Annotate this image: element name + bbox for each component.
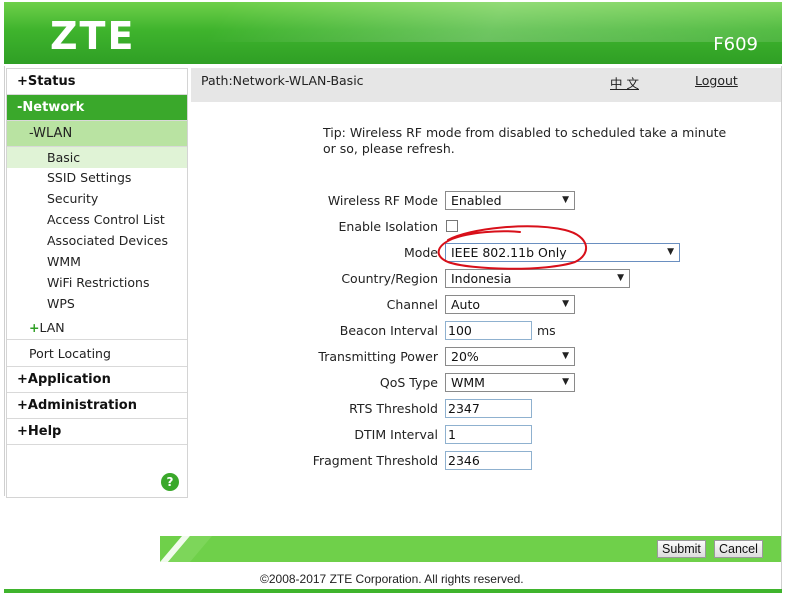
menu-lan[interactable]: +LAN xyxy=(7,316,187,340)
menu-help[interactable]: +Help xyxy=(7,419,187,445)
menu-wlan-label: -WLAN xyxy=(29,126,73,141)
fragment-threshold-input[interactable]: 2346 xyxy=(445,451,532,470)
menu-application[interactable]: +Application xyxy=(7,367,187,393)
expand-plus-icon: + xyxy=(17,424,28,439)
chevron-down-icon: ▼ xyxy=(667,247,674,257)
transmitting-power-value: 20% xyxy=(451,349,479,364)
help-icon[interactable]: ? xyxy=(161,473,179,491)
qos-type-value: WMM xyxy=(451,375,485,390)
channel-value: Auto xyxy=(451,297,481,312)
menu-status-label: Status xyxy=(27,74,76,89)
breadcrumb: Path:Network-WLAN-Basic xyxy=(201,73,364,88)
sidebar: +Status -Network -WLAN Basic SSID Settin… xyxy=(6,68,188,498)
qos-type-select[interactable]: WMM ▼ xyxy=(445,373,575,392)
menu-application-label: Application xyxy=(27,372,111,387)
beacon-interval-input[interactable]: 100 xyxy=(445,321,532,340)
beacon-interval-unit: ms xyxy=(537,323,556,338)
beacon-interval-label: Beacon Interval xyxy=(339,323,438,338)
rts-threshold-input[interactable]: 2347 xyxy=(445,399,532,418)
model-label: F609 xyxy=(713,34,758,55)
tip-text: Tip: Wireless RF mode from disabled to s… xyxy=(323,125,727,156)
country-region-label: Country/Region xyxy=(341,271,438,286)
wireless-rf-mode-label: Wireless RF Mode xyxy=(327,193,438,208)
wireless-rf-mode-value: Enabled xyxy=(451,193,502,208)
header-gloss xyxy=(203,2,782,42)
dtim-interval-label: DTIM Interval xyxy=(354,427,438,442)
sidebar-item-basic[interactable]: Basic xyxy=(7,147,187,168)
footer-line xyxy=(4,589,782,593)
transmitting-power-select[interactable]: 20% ▼ xyxy=(445,347,575,366)
chevron-down-icon: ▼ xyxy=(562,299,569,309)
wireless-rf-mode-select[interactable]: Enabled ▼ xyxy=(445,191,575,210)
qos-type-label: QoS Type xyxy=(379,375,438,390)
channel-label: Channel xyxy=(386,297,438,312)
header-banner: ZTE F609 xyxy=(4,2,782,64)
menu-wlan[interactable]: -WLAN xyxy=(7,121,187,147)
sidebar-item-access-control-list[interactable]: Access Control List xyxy=(7,209,187,230)
enable-isolation-label: Enable Isolation xyxy=(338,219,438,234)
mode-select[interactable]: IEEE 802.11b Only ▼ xyxy=(445,243,680,262)
menu-administration-label: Administration xyxy=(27,398,137,413)
expand-plus-icon: + xyxy=(29,320,40,335)
menu-help-label: Help xyxy=(27,424,62,439)
mode-label: Mode xyxy=(403,245,438,260)
expand-plus-icon: + xyxy=(17,398,28,413)
sidebar-item-wmm[interactable]: WMM xyxy=(7,251,187,272)
copyright-footer: ©2008-2017 ZTE Corporation. All rights r… xyxy=(260,572,524,586)
menu-network[interactable]: -Network xyxy=(7,95,187,121)
country-region-select[interactable]: Indonesia ▼ xyxy=(445,269,630,288)
expand-plus-icon: + xyxy=(17,372,28,387)
menu-lan-label: LAN xyxy=(39,320,65,335)
bottom-bar-stripe xyxy=(160,536,216,562)
menu-administration[interactable]: +Administration xyxy=(7,393,187,419)
sidebar-item-wps[interactable]: WPS xyxy=(7,293,187,314)
frame-border-left xyxy=(4,66,5,496)
cancel-button[interactable]: Cancel xyxy=(714,540,763,558)
channel-select[interactable]: Auto ▼ xyxy=(445,295,575,314)
enable-isolation-checkbox[interactable] xyxy=(446,220,458,232)
fragment-threshold-label: Fragment Threshold xyxy=(312,453,438,468)
sidebar-item-wifi-restrictions[interactable]: WiFi Restrictions xyxy=(7,272,187,293)
country-region-value: Indonesia xyxy=(451,271,512,286)
expand-plus-icon: + xyxy=(17,74,28,89)
rts-threshold-label: RTS Threshold xyxy=(349,401,438,416)
chevron-down-icon: ▼ xyxy=(562,351,569,361)
menu-network-label: -Network xyxy=(17,100,85,115)
language-link[interactable]: 中 文 xyxy=(610,73,639,92)
frame-border-right xyxy=(781,66,782,592)
dtim-interval-input[interactable]: 1 xyxy=(445,425,532,444)
mode-value: IEEE 802.11b Only xyxy=(451,245,567,260)
logout-link[interactable]: Logout xyxy=(695,73,738,88)
sidebar-item-ssid-settings[interactable]: SSID Settings xyxy=(7,167,187,188)
chevron-down-icon: ▼ xyxy=(562,377,569,387)
chevron-down-icon: ▼ xyxy=(562,195,569,205)
menu-port-locating[interactable]: Port Locating xyxy=(7,341,187,367)
transmitting-power-label: Transmitting Power xyxy=(318,349,438,364)
sidebar-item-associated-devices[interactable]: Associated Devices xyxy=(7,230,187,251)
path-bar: Path:Network-WLAN-Basic 中 文 Logout xyxy=(191,68,781,102)
sidebar-item-security[interactable]: Security xyxy=(7,188,187,209)
chevron-down-icon: ▼ xyxy=(617,273,624,283)
submit-button[interactable]: Submit xyxy=(657,540,706,558)
zte-logo: ZTE xyxy=(50,14,136,58)
menu-status[interactable]: +Status xyxy=(7,69,187,95)
